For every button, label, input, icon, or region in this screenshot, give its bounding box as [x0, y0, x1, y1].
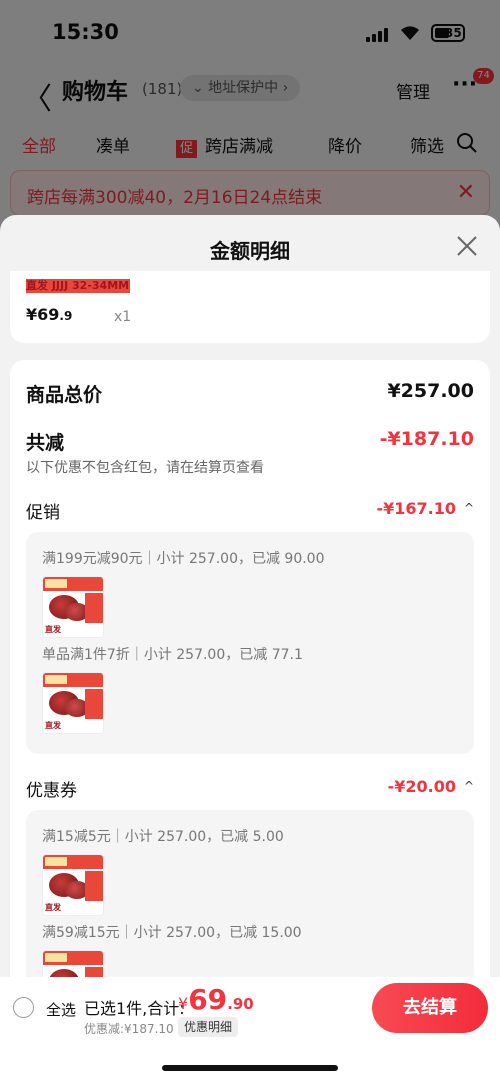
total-label: 商品总价 — [26, 384, 103, 406]
thumb-brand: 直发 — [45, 903, 61, 912]
product-thumbnail[interactable]: 直发 — [42, 854, 104, 916]
reduce-note: 以下优惠不包含红包，请在结算页查看 — [26, 460, 264, 476]
promo-section-value: -¥167.10 — [376, 499, 456, 518]
settlement-bar: 全选 已选1件,合计: ¥69.90 优惠减:¥187.10 优惠明细 去结算 — [0, 977, 500, 1082]
amount-detail-sheet: 金额明细 直发 JJJJ 32-34MM ¥69.9 x1 商品总价 ¥257.… — [0, 215, 500, 1082]
product-qty: x1 — [114, 309, 132, 325]
reduce-label: 共减 — [26, 432, 65, 454]
reduce-value: -¥187.10 — [379, 428, 474, 450]
select-all-label[interactable]: 全选 — [46, 999, 76, 1020]
promo-rule: 单品满1件7折｜小计 257.00，已减 77.1 — [42, 647, 303, 663]
coupon-section-value: -¥20.00 — [387, 777, 456, 796]
home-indicator — [162, 1065, 338, 1071]
checkout-button[interactable]: 去结算 — [372, 983, 488, 1033]
selected-summary: 已选1件,合计: — [84, 999, 185, 1018]
chevron-up-icon[interactable]: ^ — [464, 501, 474, 515]
chevron-up-icon[interactable]: ^ — [464, 779, 474, 793]
product-price: ¥69.9 — [26, 305, 73, 324]
discount-summary: 优惠减:¥187.10 — [84, 1022, 174, 1036]
coupon-rule: 满15减5元｜小计 257.00，已减 5.00 — [42, 829, 284, 845]
product-card: 直发 JJJJ 32-34MM ¥69.9 x1 — [10, 271, 490, 343]
amount-card: 商品总价 ¥257.00 共减 -¥187.10 以下优惠不包含红包，请在结算页… — [10, 360, 490, 1060]
promo-group: 满199元减90元｜小计 257.00，已减 90.00 直发 单品满1件7折｜… — [26, 532, 474, 754]
select-all-radio[interactable] — [13, 997, 34, 1018]
coupon-section-label: 优惠券 — [26, 781, 77, 801]
promo-rule: 满199元减90元｜小计 257.00，已减 90.00 — [42, 551, 325, 567]
total-amount: ¥69.90 — [178, 983, 254, 1016]
promo-section-label: 促销 — [26, 503, 60, 523]
close-icon[interactable] — [452, 231, 482, 261]
thumb-brand: 直发 — [45, 721, 61, 730]
sheet-title: 金额明细 — [210, 239, 290, 263]
total-value: ¥257.00 — [387, 380, 474, 402]
coupon-rule: 满59减15元｜小计 257.00，已减 15.00 — [42, 925, 302, 941]
discount-detail-button[interactable]: 优惠明细 — [178, 1017, 239, 1037]
product-thumbnail[interactable]: 直发 — [42, 672, 104, 734]
product-thumbnail[interactable]: 直发 — [42, 576, 104, 638]
thumb-brand: 直发 — [45, 625, 61, 634]
product-brand: 直发 JJJJ 32-34MM — [26, 279, 130, 292]
